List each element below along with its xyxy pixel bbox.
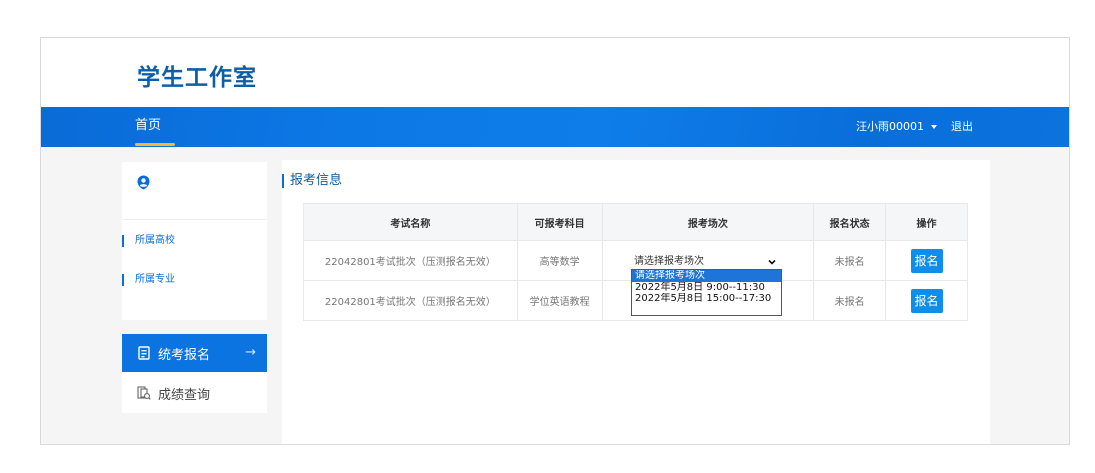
nav-home-link[interactable]: 首页	[135, 107, 161, 147]
user-menu: 汪小雨00001 退出	[856, 107, 973, 147]
menu-item-label: 统考报名	[158, 347, 211, 363]
column-header: 操作	[885, 203, 968, 241]
subject-cell: 学位英语教程	[516, 280, 603, 321]
profile-card: 所属高校 所属专业	[122, 162, 267, 320]
chevron-down-icon	[768, 259, 776, 265]
section-title-text: 报考信息	[290, 173, 343, 188]
column-header: 考试名称	[303, 203, 518, 241]
form-icon	[138, 346, 150, 360]
column-header: 报名状态	[813, 203, 887, 241]
session-option[interactable]: 2022年5月8日 15:00--17:30	[632, 293, 781, 305]
menu-item-exam-signup[interactable]: 统考报名 →	[122, 334, 267, 372]
card-divider	[122, 219, 267, 220]
subject-cell: 高等数学	[516, 240, 603, 281]
title-marker	[282, 174, 284, 188]
column-header: 报考场次	[601, 203, 815, 241]
session-select-value: 请选择报考场次	[634, 256, 704, 267]
table-header-row: 考试名称 可报考科目 报考场次 报名状态 操作	[303, 203, 968, 241]
caret-down-icon[interactable]	[931, 125, 937, 129]
column-header: 可报考科目	[516, 203, 603, 241]
status-cell: 未报名	[813, 240, 887, 281]
top-header: 学生工作室	[41, 38, 1069, 107]
sidebar-menu: 统考报名 → 成绩查询	[122, 334, 267, 413]
exam-name-cell: 22042801考试批次（压测报名无效）	[303, 240, 518, 281]
app-title: 学生工作室	[137, 65, 257, 91]
session-option[interactable]: 请选择报考场次	[632, 270, 781, 282]
session-select[interactable]: 请选择报考场次	[632, 255, 778, 270]
user-name-dropdown[interactable]: 汪小雨00001	[856, 108, 924, 146]
session-option[interactable]: 2022年5月8日 9:00--11:30	[632, 282, 781, 294]
exam-name-cell: 22042801考试批次（压测报名无效）	[303, 280, 518, 321]
menu-item-score-query[interactable]: 成绩查询	[122, 374, 267, 412]
arrow-right-icon: →	[245, 345, 256, 360]
section-title: 报考信息	[282, 173, 342, 189]
main-content: 报考信息 考试名称 可报考科目 报考场次 报名状态 操作 22042801考试批…	[282, 160, 990, 444]
score-search-icon	[137, 386, 151, 400]
status-cell: 未报名	[813, 280, 887, 321]
signup-button[interactable]: 报名	[910, 288, 943, 313]
user-avatar-icon	[137, 175, 150, 190]
action-cell: 报名	[885, 280, 968, 321]
signup-button[interactable]: 报名	[910, 248, 943, 273]
menu-item-label: 成绩查询	[158, 387, 211, 403]
action-cell: 报名	[885, 240, 968, 281]
logout-link[interactable]: 退出	[951, 108, 973, 146]
session-dropdown-list: 请选择报考场次 2022年5月8日 9:00--11:30 2022年5月8日 …	[631, 269, 782, 316]
app-window: 学生工作室 首页 汪小雨00001 退出 所属高校 所属专业 统考报名 → 成绩…	[40, 37, 1070, 445]
major-label: 所属专业	[122, 273, 175, 289]
school-label: 所属高校	[122, 234, 175, 250]
nav-bar: 首页 汪小雨00001 退出	[41, 107, 1069, 147]
nav-active-indicator	[135, 143, 175, 146]
